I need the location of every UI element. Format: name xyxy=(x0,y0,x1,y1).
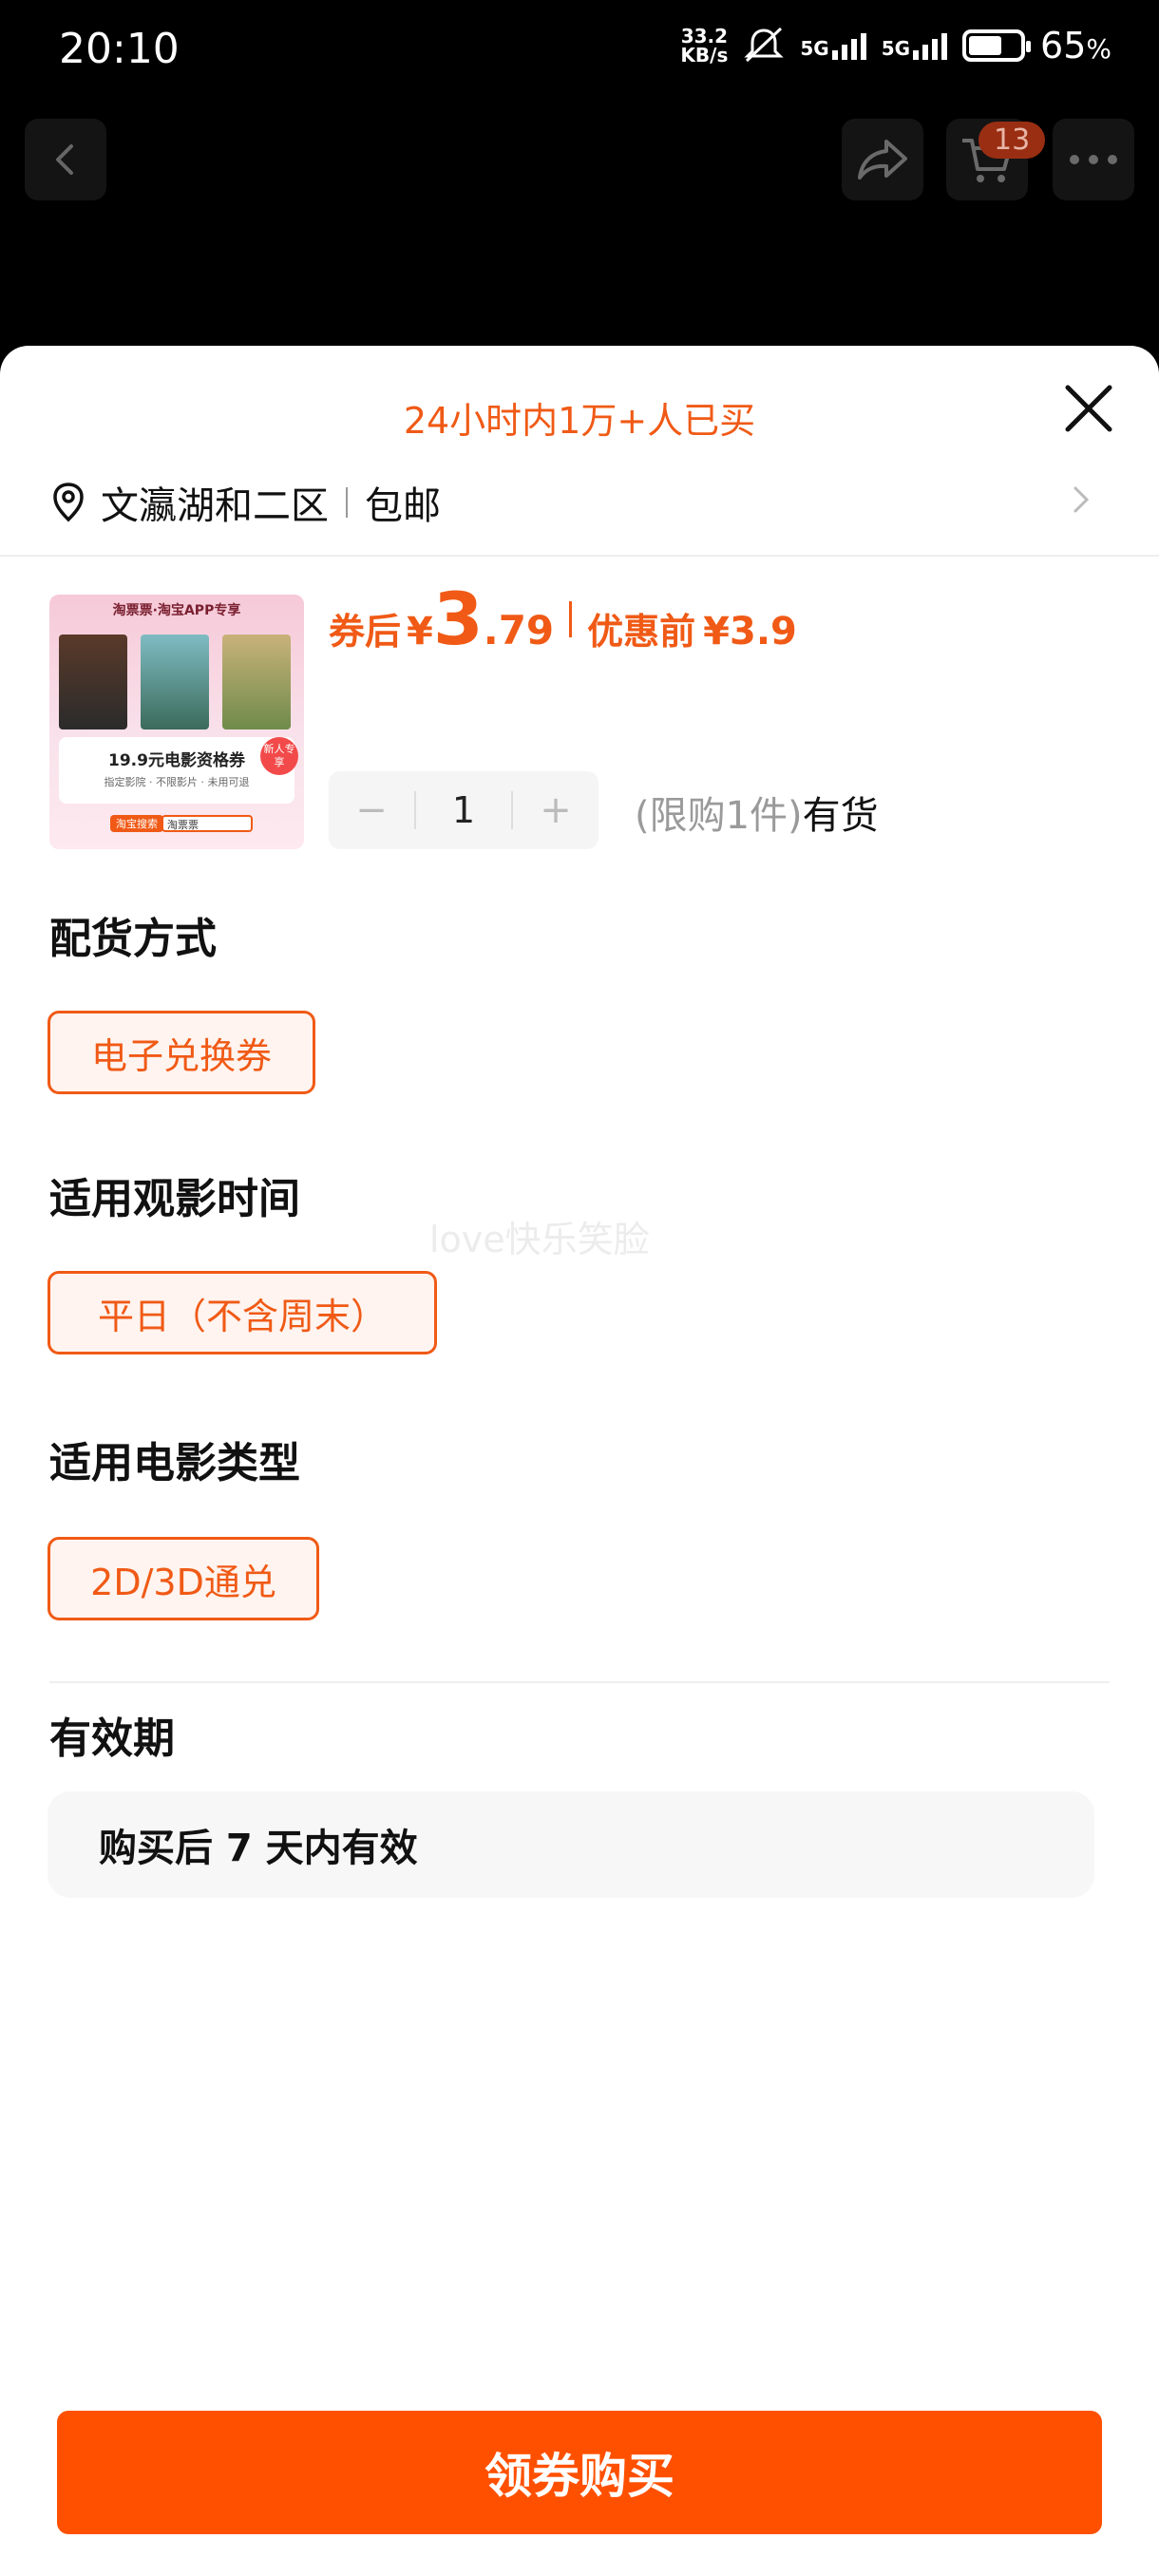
increase-button[interactable]: + xyxy=(513,788,598,832)
validity-box: 购买后 7 天内有效 xyxy=(48,1791,1094,1898)
purchase-limit: (限购1件) xyxy=(635,794,803,838)
network-speed: 33.2 KB/s xyxy=(680,25,729,66)
coupon-price-label: 券后 xyxy=(329,611,402,653)
validity-title: 有效期 xyxy=(49,1714,175,1763)
product-image-banner: 19.9元电影资格券 指定影院 · 不限影片 · 未用可退 xyxy=(59,737,294,804)
cart-count-badge: 13 xyxy=(978,122,1046,159)
status-bar: 20:10 33.2 KB/s 5G 5G 65% xyxy=(0,0,1159,100)
location-pin-icon xyxy=(53,483,84,522)
quantity-value[interactable]: 1 xyxy=(416,789,511,831)
poster-2 xyxy=(141,635,209,729)
address-text: 文瀛湖和二区 xyxy=(101,484,329,528)
product-image[interactable]: 淘票票·淘宝APP专享 19.9元电影资格券 指定影院 · 不限影片 · 未用可… xyxy=(49,595,304,849)
claim-coupon-buy-button[interactable]: 领券购买 xyxy=(57,2411,1102,2534)
sales-tip: 24小时内1万+人已买 xyxy=(403,400,756,442)
chevron-right-icon xyxy=(1074,486,1090,513)
price-integer: 3 xyxy=(432,577,484,661)
battery-icon xyxy=(962,29,1032,62)
movie-type-chip[interactable]: 2D/3D通兑 xyxy=(48,1537,319,1620)
product-image-header: 淘票票·淘宝APP专享 xyxy=(112,603,241,618)
divider xyxy=(49,1681,1110,1683)
movie-type-title: 适用电影类型 xyxy=(49,1439,300,1487)
back-icon xyxy=(56,144,73,175)
decrease-button[interactable]: − xyxy=(329,788,414,832)
quantity-stepper: − 1 + xyxy=(329,771,598,849)
address-separator xyxy=(346,487,348,518)
delivery-option-chip[interactable]: 电子兑换券 xyxy=(48,1011,315,1094)
price-line: 券后 ¥ 3 .79 优惠前 ¥3.9 xyxy=(329,583,797,655)
stock-status: (限购1件)有货 xyxy=(635,785,879,840)
delivery-title: 配货方式 xyxy=(49,915,217,963)
close-icon[interactable] xyxy=(1062,382,1115,435)
shipping-text: 包邮 xyxy=(365,484,441,528)
battery-percent: 65% xyxy=(1040,25,1112,66)
price-separator xyxy=(569,601,573,637)
watermark: love快乐笑脸 xyxy=(429,1219,650,1260)
poster-1 xyxy=(59,635,127,729)
address-row[interactable]: 文瀛湖和二区 包邮 xyxy=(49,471,1092,534)
signal-sim1-icon: 5G xyxy=(800,31,866,60)
share-button[interactable] xyxy=(842,119,923,200)
price-decimal: .79 xyxy=(483,607,555,653)
product-image-search: 淘票票 xyxy=(162,815,253,832)
original-price: ¥3.9 xyxy=(703,610,797,653)
sku-sheet: 24小时内1万+人已买 文瀛湖和二区 包邮 淘票票·淘宝APP专享 19.9元电… xyxy=(0,346,1159,2576)
currency-symbol: ¥ xyxy=(407,610,433,653)
divider xyxy=(0,555,1159,557)
viewing-time-title: 适用观影时间 xyxy=(49,1175,300,1223)
status-time: 20:10 xyxy=(59,25,180,73)
share-icon xyxy=(858,140,907,180)
status-icons: 33.2 KB/s 5G 5G 65% xyxy=(680,25,1112,66)
mute-icon xyxy=(744,27,784,63)
original-price-label: 优惠前 xyxy=(587,611,696,653)
poster-3 xyxy=(222,635,291,729)
back-button[interactable] xyxy=(25,119,106,200)
new-user-tag: 新人专享 xyxy=(260,737,298,775)
signal-sim2-icon: 5G xyxy=(882,31,948,60)
more-icon xyxy=(1070,155,1117,164)
stock-availability: 有货 xyxy=(802,794,879,838)
more-button[interactable] xyxy=(1053,119,1134,200)
viewing-time-chip[interactable]: 平日（不含周末） xyxy=(48,1271,437,1354)
product-image-brand: 淘宝搜索 xyxy=(110,815,163,832)
